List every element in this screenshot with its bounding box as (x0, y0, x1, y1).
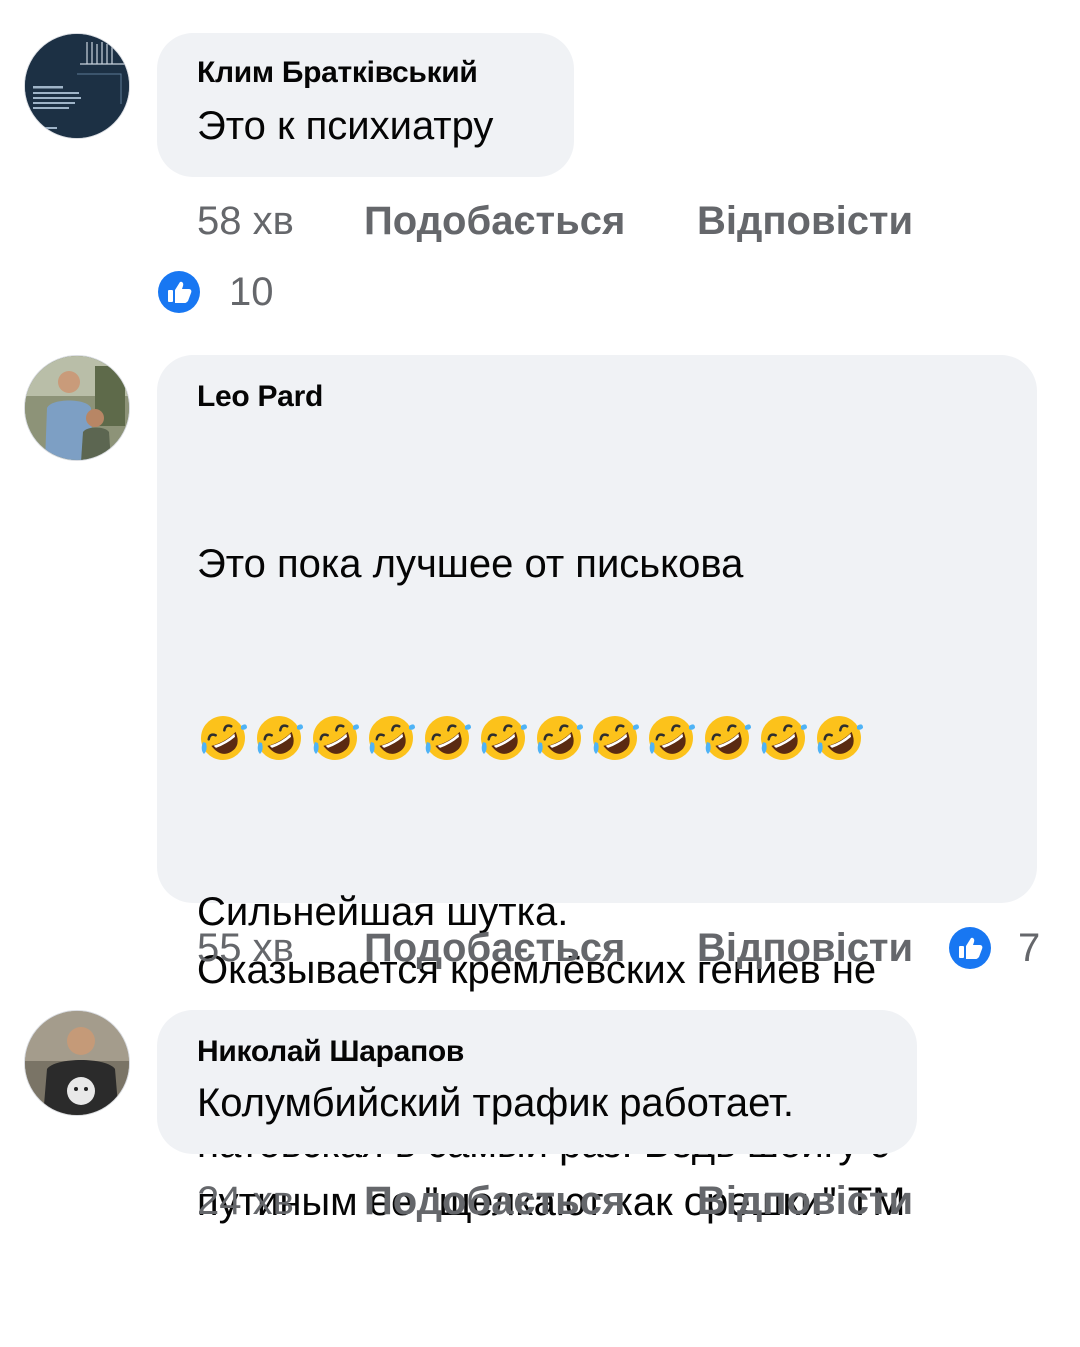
comment-timestamp[interactable]: 24 хв (197, 1173, 294, 1229)
avatar[interactable] (24, 1010, 130, 1116)
rolling-on-floor-laughing-icon (761, 716, 807, 760)
reply-button[interactable]: Відповісти (697, 920, 913, 976)
rolling-on-floor-laughing-icon (649, 716, 695, 760)
reaction-summary[interactable]: 7 (948, 923, 1040, 973)
reaction-count: 7 (1018, 925, 1041, 970)
like-button[interactable]: Подобається (364, 920, 625, 976)
like-button[interactable]: Подобається (364, 1173, 625, 1229)
comment-author[interactable]: Leo Pard (197, 379, 997, 415)
rolling-on-floor-laughing-icon (201, 716, 247, 760)
avatar[interactable] (24, 33, 130, 139)
rolling-on-floor-laughing-icon (481, 716, 527, 760)
rolling-on-floor-laughing-icon (369, 716, 415, 760)
rolling-on-floor-laughing-icon (593, 716, 639, 760)
avatar[interactable] (24, 355, 130, 461)
rolling-on-floor-laughing-icon (425, 716, 471, 760)
comment-timestamp[interactable]: 58 хв (197, 193, 294, 249)
emoji-row (197, 709, 997, 767)
comment-author[interactable]: Клим Братківський (197, 55, 534, 91)
comment-bubble: Николай Шарапов Колумбийский трафик рабо… (157, 1010, 917, 1154)
like-reaction-icon (949, 927, 991, 969)
reply-button[interactable]: Відповісти (697, 193, 913, 249)
reaction-count: 10 (229, 269, 274, 314)
reply-button[interactable]: Відповісти (697, 1173, 913, 1229)
comment-author[interactable]: Николай Шарапов (197, 1034, 877, 1070)
rolling-on-floor-laughing-icon (817, 716, 863, 760)
comment-text: Это к психиатру (197, 104, 494, 148)
avatar-map-image (25, 34, 129, 138)
like-button[interactable]: Подобається (364, 193, 625, 249)
avatar-photo-image (25, 356, 129, 460)
reaction-summary[interactable]: 10 (157, 267, 274, 317)
rolling-on-floor-laughing-icon (313, 716, 359, 760)
rolling-on-floor-laughing-icon (257, 716, 303, 760)
comment-text-line: Это пока лучшее от писькова (197, 542, 744, 586)
comment-bubble: Клим Братківський Это к психиатру (157, 33, 574, 177)
comment-timestamp[interactable]: 55 хв (197, 920, 294, 976)
avatar-photo-image (25, 1011, 129, 1115)
rolling-on-floor-laughing-icon (537, 716, 583, 760)
rolling-on-floor-laughing-icon (705, 716, 751, 760)
like-reaction-icon (158, 271, 200, 313)
comment-text: Колумбийский трафик работает. (197, 1081, 794, 1125)
comment-bubble: Leo Pard Это пока лучшее от писькова Сил… (157, 355, 1037, 1224)
